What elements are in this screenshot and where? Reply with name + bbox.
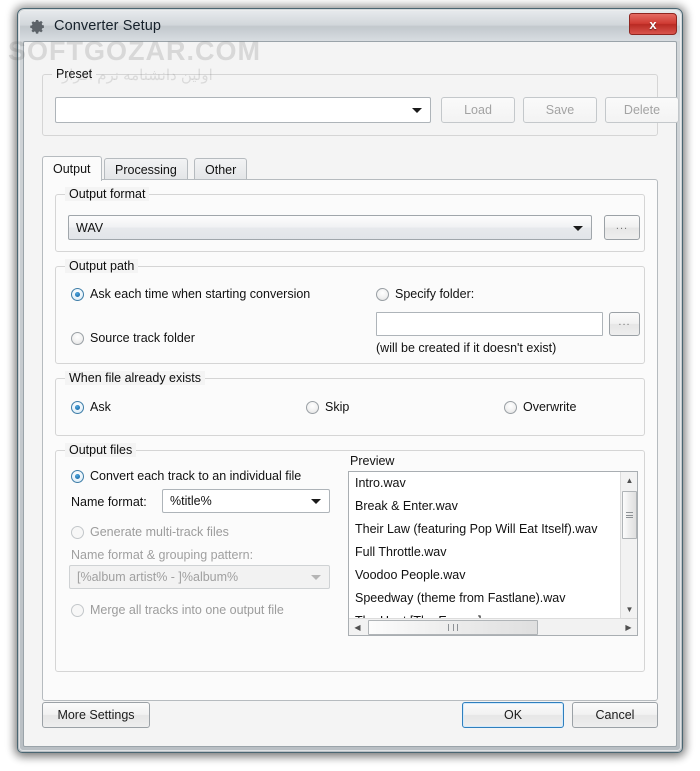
radio-label: Overwrite — [523, 400, 577, 414]
radio-generate-multitrack[interactable]: Generate multi-track files — [71, 525, 229, 539]
tab-output[interactable]: Output — [42, 156, 102, 181]
file-exists-group: When file already exists Ask Skip Overwr… — [55, 371, 645, 436]
list-item[interactable]: Voodoo People.wav — [349, 564, 637, 587]
client-area: Preset Load Save Delete Output Processin… — [23, 41, 679, 747]
grouping-pattern-combobox[interactable]: [%album artist% - ]%album% — [69, 565, 330, 589]
gear-icon — [30, 19, 44, 34]
radio-skip[interactable]: Skip — [306, 400, 349, 414]
list-item[interactable]: Full Throttle.wav — [349, 541, 637, 564]
output-format-legend: Output format — [65, 187, 150, 201]
preview-list-items: Intro.wav Break & Enter.wav Their Law (f… — [349, 472, 637, 633]
preset-delete-button[interactable]: Delete — [605, 97, 679, 123]
radio-overwrite[interactable]: Overwrite — [504, 400, 576, 414]
radio-indicator — [306, 400, 319, 414]
list-item[interactable]: Break & Enter.wav — [349, 495, 637, 518]
name-format-label: Name format: — [71, 495, 147, 509]
output-format-combobox[interactable]: WAV — [68, 215, 592, 240]
output-path-group: Output path Ask each time when starting … — [55, 259, 645, 364]
more-settings-button[interactable]: More Settings — [42, 702, 150, 728]
preset-legend: Preset — [52, 67, 97, 81]
preset-group: Preset Load Save Delete — [42, 67, 679, 136]
file-exists-legend: When file already exists — [65, 371, 206, 385]
radio-convert-each-track[interactable]: Convert each track to an individual file — [71, 469, 301, 483]
chevron-down-icon — [311, 499, 321, 504]
horizontal-scroll-thumb[interactable] — [368, 620, 538, 635]
preview-listbox[interactable]: Intro.wav Break & Enter.wav Their Law (f… — [348, 471, 638, 636]
list-item[interactable]: Their Law (featuring Pop Will Eat Itself… — [349, 518, 637, 541]
radio-ask-each-time[interactable]: Ask each time when starting conversion — [71, 287, 310, 301]
radio-indicator — [71, 287, 84, 301]
radio-indicator — [71, 469, 84, 483]
specify-folder-browse-button[interactable]: ... — [609, 312, 640, 336]
radio-label: Convert each track to an individual file — [90, 469, 302, 483]
chevron-down-icon — [311, 575, 321, 580]
name-format-value: %title% — [170, 494, 212, 508]
radio-label: Specify folder: — [395, 287, 475, 301]
scroll-right-icon[interactable]: ▶ — [620, 619, 637, 635]
output-format-group: Output format WAV ... — [55, 187, 645, 252]
name-format-combobox[interactable]: %title% — [162, 489, 330, 513]
chevron-down-icon — [412, 108, 422, 113]
specify-folder-input[interactable] — [376, 312, 603, 336]
radio-label: Ask each time when starting conversion — [90, 287, 311, 301]
radio-indicator — [504, 400, 517, 414]
preset-load-button[interactable]: Load — [441, 97, 515, 123]
preview-label: Preview — [350, 454, 395, 468]
output-path-legend: Output path — [65, 259, 139, 273]
grip-icon — [626, 510, 633, 519]
scroll-up-icon[interactable]: ▲ — [621, 472, 637, 489]
converter-setup-window: Converter Setup x Preset Load Save Delet… — [17, 8, 683, 753]
radio-label: Skip — [325, 400, 350, 414]
preview-vertical-scrollbar[interactable]: ▲ ▼ — [620, 472, 637, 618]
grouping-pattern-label: Name format & grouping pattern: — [71, 548, 254, 562]
title-bar[interactable]: Converter Setup x — [20, 11, 680, 41]
output-files-group: Output files Convert each track to an in… — [55, 443, 645, 672]
tab-strip: Output Processing Other — [42, 156, 658, 181]
radio-indicator — [71, 400, 84, 414]
cancel-button[interactable]: Cancel — [572, 702, 658, 728]
scroll-down-icon[interactable]: ▼ — [621, 601, 637, 618]
tab-page-output: Output format WAV ... Output path Ask ea… — [42, 179, 658, 701]
grouping-pattern-value: [%album artist% - ]%album% — [77, 570, 239, 584]
radio-indicator — [376, 287, 389, 301]
output-format-browse-button[interactable]: ... — [604, 215, 640, 240]
preset-combobox[interactable] — [55, 97, 431, 123]
scroll-left-icon[interactable]: ◀ — [349, 619, 366, 635]
preset-save-button[interactable]: Save — [523, 97, 597, 123]
close-button[interactable]: x — [629, 13, 677, 35]
output-files-legend: Output files — [65, 443, 137, 457]
tab-processing[interactable]: Processing — [104, 158, 188, 180]
radio-indicator — [71, 331, 84, 345]
list-item[interactable]: Speedway (theme from Fastlane).wav — [349, 587, 637, 610]
specify-folder-hint: (will be created if it doesn't exist) — [376, 341, 557, 355]
radio-label: Merge all tracks into one output file — [90, 603, 284, 617]
list-item[interactable]: Intro.wav — [349, 472, 637, 495]
window-title: Converter Setup — [54, 18, 162, 34]
ok-button[interactable]: OK — [462, 702, 564, 728]
radio-indicator — [71, 525, 84, 539]
radio-ask[interactable]: Ask — [71, 400, 111, 414]
chevron-down-icon — [573, 225, 583, 231]
radio-specify-folder[interactable]: Specify folder: — [376, 287, 474, 301]
radio-indicator — [71, 603, 84, 617]
vertical-scroll-thumb[interactable] — [622, 491, 637, 539]
radio-merge-all-tracks[interactable]: Merge all tracks into one output file — [71, 603, 284, 617]
output-format-value: WAV — [76, 220, 104, 235]
tab-other[interactable]: Other — [194, 158, 248, 180]
radio-source-track-folder[interactable]: Source track folder — [71, 331, 195, 345]
grip-icon — [447, 624, 460, 631]
radio-label: Generate multi-track files — [90, 525, 229, 539]
radio-label: Source track folder — [90, 331, 195, 345]
radio-label: Ask — [90, 400, 111, 414]
preview-horizontal-scrollbar[interactable]: ◀ ▶ — [349, 618, 637, 635]
